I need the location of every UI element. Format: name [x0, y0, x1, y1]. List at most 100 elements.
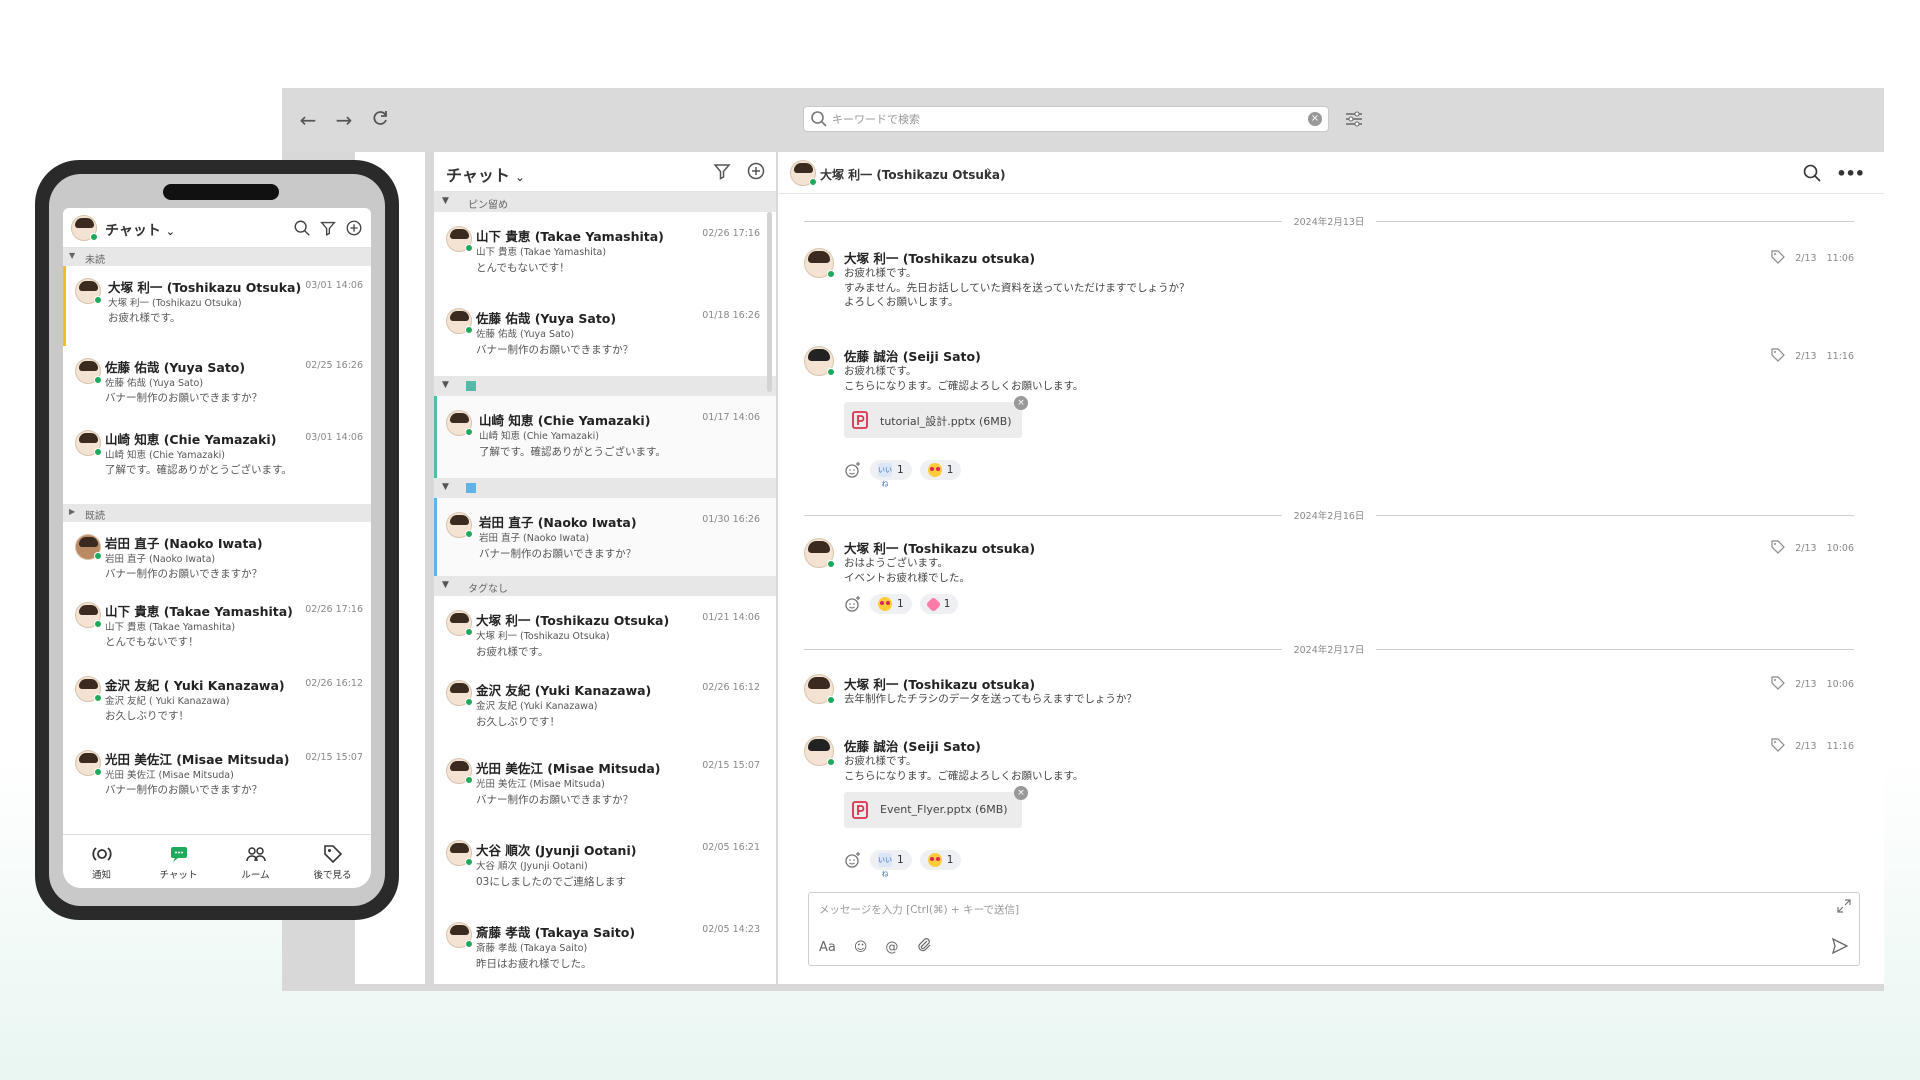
desktop-window: ← → キーワードで検索 × チャット ⌄ ▼ ピン留め 山下 貴恵 (Taka…	[282, 88, 1884, 991]
tab-room[interactable]: ルーム	[221, 835, 291, 888]
chat-list-item[interactable]: 大谷 順次 (Jyunji Ootani) 大谷 順次 (Jyunji Oota…	[434, 826, 776, 908]
remove-attachment-icon[interactable]: ×	[1014, 396, 1028, 410]
message: 佐藤 誠治 (Seiji Sato) お疲れ様です。 こちらになります。ご確認よ…	[804, 346, 1854, 488]
chat-list-item[interactable]: 山下 貴恵 (Takae Yamashita) 山下 貴恵 (Takae Yam…	[63, 590, 371, 664]
group-header-pinned[interactable]: ▼ ピン留め	[434, 192, 776, 212]
expand-icon[interactable]	[1837, 899, 1851, 913]
tag-icon[interactable]	[1771, 676, 1786, 693]
send-icon[interactable]	[1831, 937, 1849, 955]
tag-icon[interactable]	[1771, 540, 1786, 557]
remove-attachment-icon[interactable]: ×	[1014, 786, 1028, 800]
tab-watch-later[interactable]: 後で見る	[298, 835, 368, 888]
chat-list-item[interactable]: 佐藤 佑哉 (Yuya Sato) 佐藤 佑哉 (Yuya Sato) バナー制…	[63, 346, 371, 418]
scrollbar[interactable]	[767, 212, 772, 392]
attach-icon[interactable]	[916, 937, 932, 957]
reaction-heart-eyes[interactable]: 1	[919, 850, 962, 870]
avatar	[804, 674, 835, 704]
avatar	[75, 430, 102, 456]
reaction-heart-eyes[interactable]: 1	[870, 594, 912, 614]
chat-list-title[interactable]: チャット ⌄	[446, 162, 525, 186]
heart-eyes-emoji-icon	[927, 463, 942, 477]
chat-list-item[interactable]: 金沢 友紀 (Yuki Kanazawa) 金沢 友紀 (Yuki Kanaza…	[434, 666, 776, 744]
bell-icon	[91, 847, 112, 861]
reaction-iine[interactable]: いいね 1	[870, 460, 912, 488]
avatar	[804, 736, 835, 766]
phone-notch	[163, 184, 279, 200]
add-reaction-icon[interactable]	[844, 461, 862, 479]
collapse-icon: ▼	[442, 196, 449, 206]
message-composer[interactable]: メッセージを入力 [Ctrl(⌘) + キーで送信] Aa ☺ @	[808, 892, 1860, 966]
more-icon[interactable]: •••	[1836, 164, 1865, 183]
chat-list-item[interactable]: 岩田 直子 (Naoko Iwata) 岩田 直子 (Naoko Iwata) …	[63, 522, 371, 590]
chat-list-item[interactable]: 光田 美佐江 (Misae Mitsuda) 光田 美佐江 (Misae Mit…	[434, 744, 776, 826]
add-reaction-icon[interactable]	[844, 595, 862, 613]
reaction-heart-eyes[interactable]: 1	[919, 460, 962, 480]
forward-icon[interactable]: →	[332, 108, 356, 132]
search-icon[interactable]	[293, 219, 311, 237]
title-bar: ← → キーワードで検索 ×	[282, 88, 1884, 152]
chat-list-item[interactable]: 金沢 友紀 ( Yuki Kanazawa) 金沢 友紀 ( Yuki Kana…	[63, 664, 371, 738]
add-icon[interactable]	[746, 161, 766, 181]
add-reaction-icon[interactable]	[844, 851, 862, 869]
group-header-tag-teal[interactable]: ▼	[434, 376, 776, 396]
avatar	[75, 358, 102, 384]
reaction-heart[interactable]: 1	[919, 594, 959, 614]
tag-color-icon	[466, 483, 476, 493]
tag-icon[interactable]	[1771, 738, 1786, 755]
chat-list-pane: チャット ⌄ ▼ ピン留め 山下 貴恵 (Takae Yamashita) 山下…	[434, 152, 776, 984]
avatar	[75, 676, 102, 702]
mention-icon[interactable]: @	[885, 940, 898, 955]
file-attachment[interactable]: tutorial_設計.pptx (6MB) ×	[844, 396, 1028, 438]
search-input[interactable]: キーワードで検索 ×	[803, 106, 1329, 132]
tag-color-icon	[466, 381, 476, 391]
avatar	[75, 534, 102, 560]
group-header-untagged[interactable]: ▼ タグなし	[434, 576, 776, 596]
chat-list-item[interactable]: 岩田 直子 (Naoko Iwata) 岩田 直子 (Naoko Iwata) …	[434, 498, 776, 576]
avatar	[804, 346, 835, 376]
group-header-unread[interactable]: ▼ 未読	[63, 248, 371, 266]
emoji-icon[interactable]: ☺	[854, 940, 868, 955]
group-header-tag-blue[interactable]: ▼	[434, 478, 776, 498]
collapse-icon: ▼	[442, 580, 449, 590]
tag-icon[interactable]	[1771, 250, 1786, 267]
group-header-read[interactable]: ▶ 既読	[63, 504, 371, 522]
composer-placeholder: メッセージを入力 [Ctrl(⌘) + キーで送信]	[819, 904, 1020, 916]
reactions: いいね 1 1	[844, 850, 962, 878]
settings-sliders-icon[interactable]	[1343, 108, 1365, 130]
chat-list-item[interactable]: 佐藤 佑哉 (Yuya Sato) 佐藤 佑哉 (Yuya Sato) バナー制…	[434, 294, 776, 376]
heart-eyes-emoji-icon	[878, 597, 892, 611]
collapse-icon: ▼	[442, 482, 449, 492]
room-icon	[245, 847, 266, 862]
phone-tab-bar: 通知 チャット ルーム 後で見る	[63, 834, 371, 888]
back-icon[interactable]: ←	[296, 108, 320, 132]
filter-icon[interactable]	[712, 161, 732, 181]
search-placeholder: キーワードで検索	[832, 113, 920, 126]
reaction-iine[interactable]: いいね 1	[870, 850, 912, 878]
tab-notifications[interactable]: 通知	[67, 835, 137, 888]
chat-list-item[interactable]: 山崎 知恵 (Chie Yamazaki) 山崎 知恵 (Chie Yamaza…	[434, 396, 776, 478]
filter-icon[interactable]	[319, 219, 337, 237]
avatar	[75, 750, 102, 776]
avatar[interactable]	[71, 215, 98, 241]
chat-partner-name[interactable]: 大塚 利一 (Toshikazu Otsuka)	[820, 166, 1005, 183]
clear-icon[interactable]: ×	[1308, 112, 1322, 126]
file-attachment[interactable]: Event_Flyer.pptx (6MB) ×	[844, 786, 1028, 828]
chat-list-item[interactable]: 大塚 利一 (Toshikazu Otsuka) 大塚 利一 (Toshikaz…	[63, 266, 371, 346]
font-format-button[interactable]: Aa	[819, 940, 836, 955]
chat-list-item[interactable]: 大塚 利一 (Toshikazu Otsuka) 大塚 利一 (Toshikaz…	[434, 596, 776, 666]
chat-list-item[interactable]: 光田 美佐江 (Misae Mitsuda) 光田 美佐江 (Misae Mit…	[63, 738, 371, 812]
phone-title[interactable]: チャット ⌄	[105, 220, 175, 240]
search-icon[interactable]	[1802, 163, 1822, 183]
iine-emoji-icon: いいね	[878, 463, 892, 488]
add-icon[interactable]	[345, 219, 363, 237]
chat-list-item[interactable]: 山崎 知恵 (Chie Yamazaki) 山崎 知恵 (Chie Yamaza…	[63, 418, 371, 504]
refresh-icon[interactable]	[368, 108, 392, 132]
date-separator: 2024年2月13日	[804, 214, 1854, 228]
chat-list-item[interactable]: 山下 貴恵 (Takae Yamashita) 山下 貴恵 (Takae Yam…	[434, 212, 776, 294]
tag-icon[interactable]	[1771, 348, 1786, 365]
heart-emoji-icon	[925, 596, 941, 612]
tab-chat[interactable]: チャット	[144, 835, 214, 888]
chat-list-item[interactable]: 斎藤 孝哉 (Takaya Saito) 斎藤 孝哉 (Takaya Saito…	[434, 908, 776, 978]
avatar	[446, 410, 473, 436]
chevron-right-icon[interactable]: ›	[986, 163, 992, 179]
